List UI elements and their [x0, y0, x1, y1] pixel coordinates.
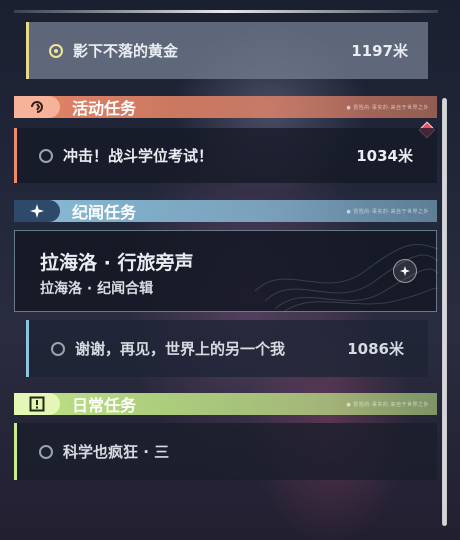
world-card-title: 拉海洛 · 行旅旁声 [40, 252, 194, 274]
exclamation-box-icon [14, 393, 60, 415]
daily-quest-radio-icon [39, 444, 53, 459]
event-quest-row[interactable]: 冲击！战斗学位考试！ 1034米 [14, 128, 437, 183]
tracked-quest-name: 影下不落的黄金 [73, 42, 179, 60]
daily-quest-row[interactable]: 科学也疯狂 · 三 [14, 423, 437, 480]
world-card-subtitle: 拉海洛 · 纪闻合辑 [40, 281, 154, 297]
tracked-radio-icon [49, 43, 63, 58]
star-emblem-icon [393, 259, 417, 283]
event-quest-distance: 1034米 [356, 147, 413, 165]
daily-quest-name: 科学也疯狂 · 三 [63, 443, 170, 461]
world-quest-row[interactable]: 谢谢，再见，世界上的另一个我 1086米 [26, 320, 428, 377]
tracked-quest-distance: 1197米 [351, 42, 408, 60]
tracked-quest-row[interactable]: 影下不落的黄金 1197米 [26, 22, 428, 79]
daily-section-tag: ● 冒险的·事实的·来自于世界之外 [346, 401, 429, 408]
daily-section-title: 日常任务 [72, 396, 137, 415]
world-quest-card[interactable]: 拉海洛 · 行旅旁声 拉海洛 · 纪闻合辑 [14, 230, 438, 312]
event-quest-name: 冲击！战斗学位考试！ [63, 147, 214, 165]
event-quest-radio-icon [39, 148, 53, 163]
event-section-tag: ● 冒险的·事实的·来自于世界之外 [346, 104, 429, 111]
event-swirl-icon [14, 96, 60, 118]
world-section-title: 纪闻任务 [72, 203, 137, 222]
scrollbar-thumb[interactable] [442, 98, 447, 526]
world-section-tag: ● 冒险的·事实的·来自于世界之外 [346, 208, 429, 215]
top-divider [14, 10, 438, 13]
world-quest-radio-icon [51, 341, 65, 356]
sparkle-star-icon [14, 200, 60, 222]
event-section-title: 活动任务 [72, 99, 137, 118]
world-quest-name: 谢谢，再见，世界上的另一个我 [75, 340, 286, 358]
daily-section-header[interactable]: 日常任务 ● 冒险的·事实的·来自于世界之外 [14, 393, 437, 415]
world-section-header[interactable]: 纪闻任务 ● 冒险的·事实的·来自于世界之外 [14, 200, 437, 222]
world-quest-distance: 1086米 [347, 340, 404, 358]
event-section-header[interactable]: 活动任务 ● 冒险的·事实的·来自于世界之外 [14, 96, 437, 118]
